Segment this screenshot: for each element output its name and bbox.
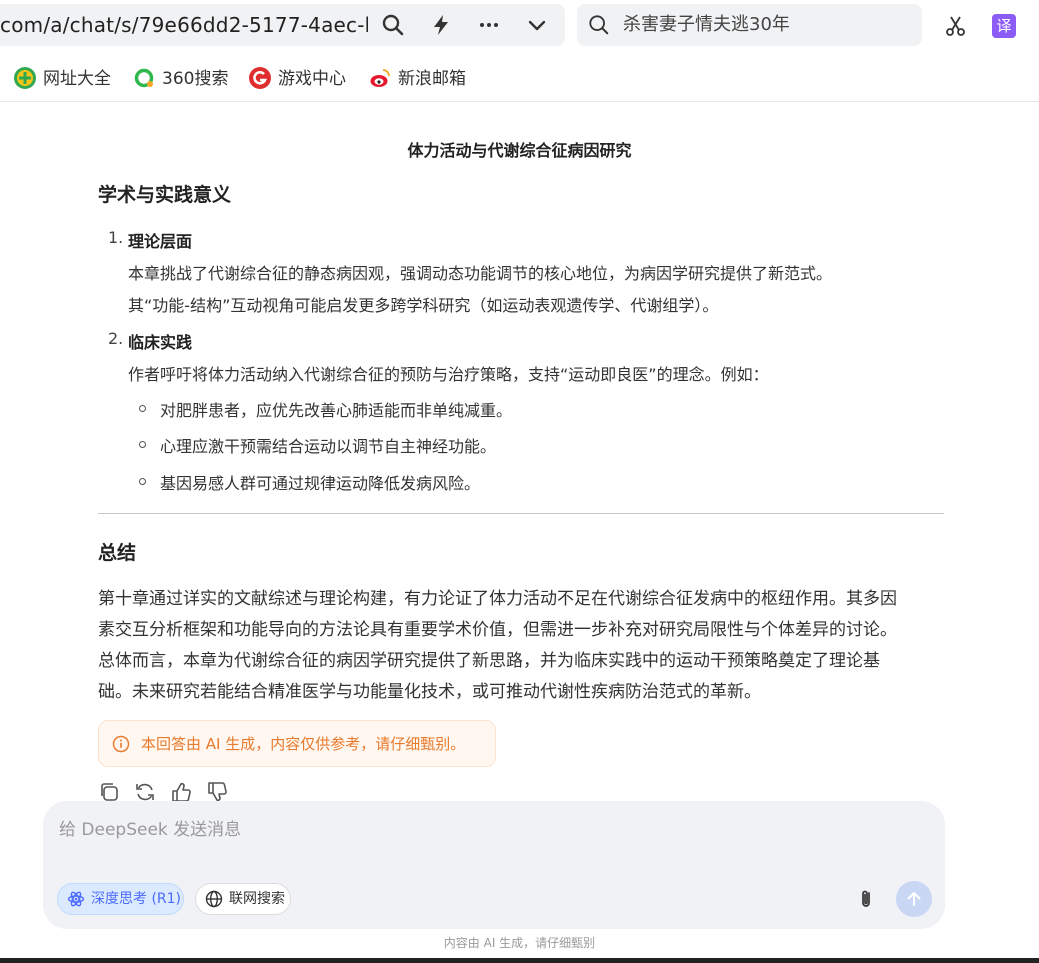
regenerate-icon[interactable] — [134, 781, 156, 803]
summary-line: 础。未来研究若能结合精准医学与功能量化技术，或可推动代谢性疾病防治范式的革新。 — [98, 682, 761, 702]
atom-icon — [67, 891, 85, 907]
summary-line: 素交互分析框架和功能导向的方法论具有重要学术价值，但需进一步补充对研究局限性与个… — [98, 620, 897, 640]
search-query[interactable]: 杀害妻子情夫逃30年 — [623, 4, 790, 46]
ai-notice-text: 本回答由 AI 生成，内容仅供参考，请仔细甄别。 — [141, 735, 466, 753]
window-bottom-edge — [0, 958, 1039, 963]
deep-think-label: 深度思考 (R1) — [91, 891, 182, 907]
summary-line: 第十章通过详实的文献综述与理论构建，有力论证了体力活动不足在代谢综合征发病中的枢… — [98, 589, 897, 609]
thumbs-down-icon[interactable] — [206, 781, 228, 803]
list-item: 心理应激干预需结合运动以调节自主神经功能。 — [160, 437, 497, 456]
message-input[interactable] — [59, 815, 879, 845]
address-bar[interactable]: com/a/chat/s/79e66dd2-5177-4aec-b — [0, 4, 565, 46]
list-item: 基因易感人群可通过规律运动降低发病风险。 — [160, 474, 481, 493]
copy-icon[interactable] — [98, 781, 120, 803]
send-button[interactable] — [896, 881, 932, 917]
list-number: 1. — [108, 228, 124, 247]
translate-icon[interactable]: 译 — [992, 14, 1016, 38]
lightning-icon[interactable] — [429, 13, 453, 37]
game-center-icon — [249, 67, 271, 89]
bookmark-item[interactable]: 游戏中心 — [249, 66, 346, 92]
info-icon — [112, 735, 130, 753]
paragraph-line: 作者呼吁将体力活动纳入代谢综合征的预防与治疗策略，支持“运动即良医”的理念。例如… — [128, 365, 769, 384]
list-item-title: 临床实践 — [128, 333, 193, 352]
message-composer: 深度思考 (R1) 联网搜索 — [43, 801, 945, 929]
deep-think-toggle[interactable]: 深度思考 (R1) — [57, 883, 184, 915]
list-item-title: 理论层面 — [128, 232, 193, 251]
web-search-toggle[interactable]: 联网搜索 — [195, 883, 291, 915]
bookmarks-bar: 网址大全 360搜索 游戏中心 新浪邮箱 — [0, 56, 1039, 102]
scissors-icon[interactable] — [944, 14, 968, 38]
section-heading: 学术与实践意义 — [98, 184, 232, 206]
web-search-label: 联网搜索 — [229, 891, 285, 907]
search-icon[interactable] — [381, 13, 405, 37]
paragraph-line: 其“功能-结构”互动视角可能启发更多跨学科研究（如运动表观遗传学、代谢组学）。 — [128, 296, 719, 315]
bookmark-item[interactable]: 360搜索 — [133, 66, 228, 92]
arrow-up-icon — [907, 892, 921, 906]
paperclip-icon[interactable] — [855, 888, 877, 910]
bullet-icon — [139, 478, 146, 485]
doc-title: 体力活动与代谢综合征病因研究 — [407, 141, 632, 160]
paragraph-line: 本章挑战了代谢综合征的静态病因观，强调动态功能调节的核心地位，为病因学研究提供了… — [128, 264, 833, 283]
bookmark-item[interactable]: 网址大全 — [14, 66, 111, 92]
chevron-down-icon[interactable] — [525, 13, 549, 37]
thumbs-up-icon[interactable] — [170, 781, 192, 803]
globe-icon — [205, 890, 223, 908]
url-text[interactable]: com/a/chat/s/79e66dd2-5177-4aec-b — [0, 4, 368, 46]
list-item: 对肥胖患者，应优先改善心肺适能而非单纯减重。 — [160, 401, 513, 420]
summary-paragraph: 第十章通过详实的文献综述与理论构建，有力论证了体力活动不足在代谢综合征发病中的枢… — [98, 584, 948, 708]
summary-heading: 总结 — [98, 542, 137, 564]
360-search-icon — [133, 67, 155, 89]
summary-line: 总体而言，本章为代谢综合征的病因学研究提供了新思路，并为临床实践中的运动干预策略… — [98, 651, 880, 671]
list-number: 2. — [108, 329, 124, 348]
bookmark-item[interactable]: 新浪邮箱 — [369, 66, 466, 92]
sina-mail-icon — [369, 67, 391, 89]
plus-circle-icon — [14, 67, 36, 89]
divider — [98, 513, 944, 514]
ai-notice-badge: 本回答由 AI 生成，内容仅供参考，请仔细甄别。 — [98, 720, 496, 767]
search-icon — [589, 15, 609, 35]
footer-note: 内容由 AI 生成，请仔细甄别 — [443, 936, 596, 950]
browser-search-box[interactable]: 杀害妻子情夫逃30年 — [577, 4, 922, 46]
bullet-icon — [139, 441, 146, 448]
browser-toolbar: com/a/chat/s/79e66dd2-5177-4aec-b 杀害妻子情夫… — [0, 0, 1039, 56]
more-icon[interactable] — [477, 13, 501, 37]
bullet-icon — [139, 405, 146, 412]
